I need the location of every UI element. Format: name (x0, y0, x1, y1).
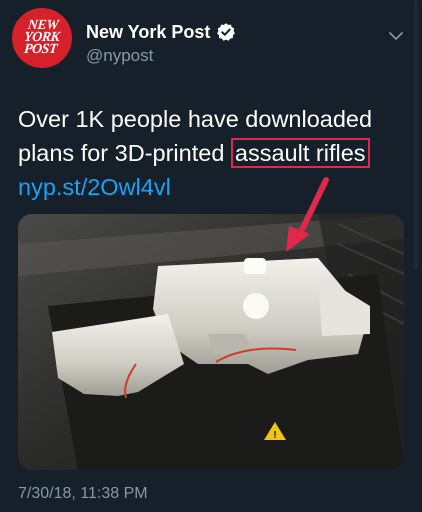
avatar[interactable]: NEW YORK POST (12, 8, 72, 68)
tweet-text: Over 1K people have downloaded plans for… (18, 102, 408, 204)
tweet-link[interactable]: nyp.st/2Owl4vl (18, 174, 171, 200)
highlighted-phrase: assault rifles (230, 138, 370, 168)
red-arrow (286, 177, 329, 252)
handle[interactable]: @nypost (86, 46, 153, 66)
verified-badge-icon (217, 23, 236, 41)
timestamp[interactable]: 7/30/18, 11:38 PM (18, 484, 148, 504)
name-row: New York Post (86, 22, 236, 42)
avatar-logo-text: NEW YORK POST (23, 18, 61, 57)
scrollbar[interactable] (414, 0, 418, 270)
display-name[interactable]: New York Post (86, 22, 210, 42)
chevron-down-icon[interactable] (386, 26, 406, 46)
svg-text:!: ! (273, 430, 276, 441)
tweet-media-image[interactable]: ! (18, 214, 404, 470)
printed-gun-photo: ! (18, 214, 404, 470)
